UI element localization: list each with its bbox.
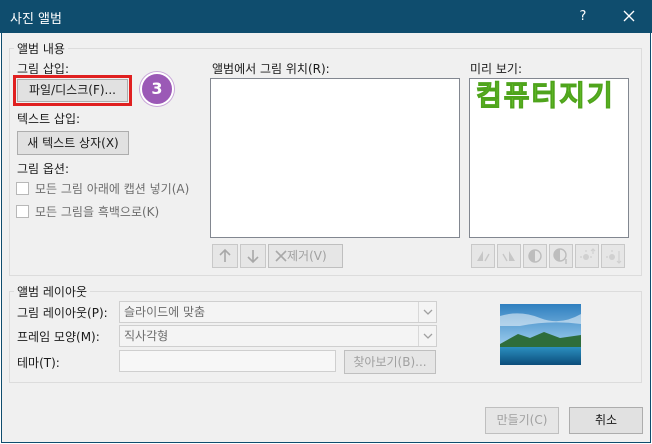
highlight-box	[13, 75, 132, 106]
layout-preview-thumbnail	[500, 304, 581, 365]
chevron-down-icon	[423, 309, 433, 315]
arrow-up-icon	[219, 248, 231, 262]
theme-field[interactable]	[119, 350, 336, 372]
brightness-down-icon	[606, 250, 622, 264]
pictures-in-album-label: 앨범에서 그림 위치(R):	[212, 62, 330, 76]
captions-checkbox[interactable]	[16, 182, 29, 195]
insert-text-label: 텍스트 삽입:	[17, 112, 81, 126]
brightness-up-button[interactable]	[575, 244, 599, 268]
album-content-legend: 앨범 내용	[14, 40, 68, 57]
close-button[interactable]	[606, 0, 652, 33]
black-white-checkbox-label: 모든 그림을 흑백으로(K)	[35, 205, 160, 219]
new-textbox-button[interactable]: 새 텍스트 상자(X)	[17, 131, 129, 155]
remove-button-label: 제거(V)	[287, 249, 327, 263]
contrast-up-button[interactable]	[523, 244, 547, 268]
contrast-up-icon	[528, 249, 542, 263]
rotate-left-icon	[477, 251, 490, 262]
album-layout-legend: 앨범 레이아웃	[14, 283, 91, 300]
picture-layout-label: 그림 레이아웃(P):	[17, 306, 108, 320]
black-white-checkbox[interactable]	[16, 205, 29, 218]
frame-shape-label: 프레임 모양(M):	[17, 330, 100, 344]
rotate-right-icon	[502, 251, 515, 262]
pictures-in-album-list[interactable]	[210, 78, 460, 238]
title-bar: 사진 앨범 ?	[0, 0, 652, 33]
picture-options-label: 그림 옵션:	[17, 162, 70, 176]
picture-layout-value: 슬라이드에 맞춤	[124, 305, 206, 319]
picture-layout-dropdown[interactable]: 슬라이드에 맞춤	[119, 301, 437, 323]
help-button[interactable]: ?	[560, 0, 606, 33]
window-title: 사진 앨범	[10, 12, 62, 27]
x-icon	[275, 250, 287, 262]
captions-checkbox-label: 모든 그림 아래에 캡션 넣기(A)	[35, 182, 190, 196]
cancel-button[interactable]: 취소	[569, 407, 643, 434]
remove-button[interactable]: 제거(V)	[268, 244, 343, 268]
close-icon	[623, 10, 635, 22]
contrast-down-icon	[553, 248, 567, 264]
frame-shape-value: 직사각형	[124, 329, 169, 343]
chevron-down-icon	[423, 333, 433, 339]
watermark-logo: 컴퓨터지기	[476, 79, 615, 113]
landscape-image	[500, 304, 581, 365]
step-badge: 3	[140, 72, 174, 106]
brightness-up-icon	[580, 248, 596, 260]
frame-shape-dropdown[interactable]: 직사각형	[119, 325, 437, 347]
brightness-down-button[interactable]	[601, 244, 625, 268]
browse-button[interactable]: 찾아보기(B)...	[344, 350, 436, 374]
rotate-left-button[interactable]	[471, 244, 495, 268]
contrast-down-button[interactable]	[549, 244, 573, 268]
arrow-down-icon	[247, 250, 259, 264]
move-up-button[interactable]	[212, 244, 238, 268]
rotate-right-button[interactable]	[497, 244, 521, 268]
move-down-button[interactable]	[240, 244, 266, 268]
theme-label: 테마(T):	[17, 356, 60, 370]
create-button[interactable]: 만들기(C)	[485, 407, 559, 434]
